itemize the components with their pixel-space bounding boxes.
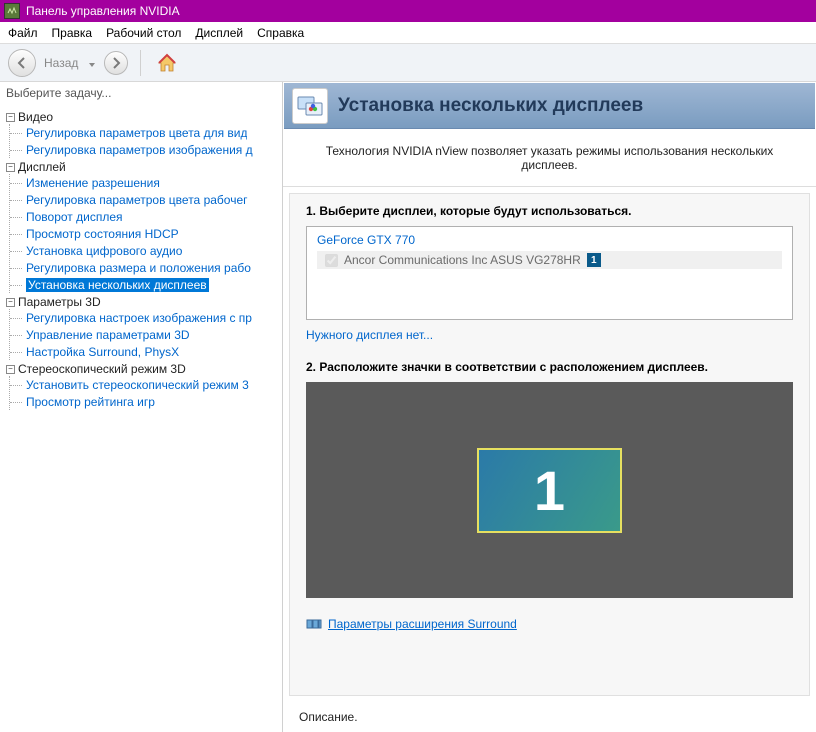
menubar: Файл Правка Рабочий стол Дисплей Справка [0,22,816,44]
step1-label: 1. Выберите дисплеи, которые будут испол… [306,204,793,218]
tree-item[interactable]: Управление параметрами 3D [10,326,282,343]
tree-toggle[interactable]: −Стереоскопический режим 3D [6,362,186,376]
surround-settings-link[interactable]: Параметры расширения Surround [328,617,517,631]
surround-icon [306,616,322,632]
titlebar: Панель управления NVIDIA [0,0,816,22]
page-title: Установка нескольких дисплеев [338,95,643,117]
tree-item-selected[interactable]: Установка нескольких дисплеев [10,276,282,293]
tree-category-stereo: −Стереоскопический режим 3D Установить с… [6,360,282,410]
tree-item[interactable]: Регулировка настроек изображения с пр [10,309,282,326]
tree-item[interactable]: Установка цифрового аудио [10,242,282,259]
task-tree-header: Выберите задачу... [0,82,282,104]
step2-label: 2. Расположите значки в соответствии с р… [306,360,793,374]
page-header: Установка нескольких дисплеев [284,83,815,129]
tree-item[interactable]: Поворот дисплея [10,208,282,225]
content-area: Выберите задачу... −Видео Регулировка па… [0,82,816,732]
tree-toggle[interactable]: −Видео [6,110,53,124]
window-title: Панель управления NVIDIA [26,4,180,18]
page-description: Технология NVIDIA nView позволяет указат… [283,130,816,187]
display-badge: 1 [587,253,601,267]
menu-help[interactable]: Справка [257,26,304,40]
missing-display-link[interactable]: Нужного дисплея нет... [306,328,433,342]
display-name: Ancor Communications Inc ASUS VG278HR [344,253,581,267]
display-row[interactable]: Ancor Communications Inc ASUS VG278HR 1 [317,251,782,269]
toolbar: Назад [0,44,816,82]
tree-category-display: −Дисплей Изменение разрешения Регулировк… [6,158,282,293]
task-tree-panel: Выберите задачу... −Видео Регулировка па… [0,82,283,732]
tree-toggle[interactable]: −Дисплей [6,160,66,174]
display-arrange-area[interactable]: 1 [306,382,793,598]
tree-item[interactable]: Регулировка размера и положения рабо [10,259,282,276]
toolbar-separator [140,50,141,76]
display-checkbox [325,254,338,267]
menu-display[interactable]: Дисплей [195,26,243,40]
nvidia-app-icon [4,3,20,19]
gpu-name: GeForce GTX 770 [317,233,782,247]
page-body: 1. Выберите дисплеи, которые будут испол… [289,193,810,696]
task-tree: −Видео Регулировка параметров цвета для … [0,104,282,732]
tree-category-video: −Видео Регулировка параметров цвета для … [6,108,282,158]
back-dropdown-icon[interactable] [88,58,98,68]
menu-edit[interactable]: Правка [52,26,93,40]
monitor-icon-1[interactable]: 1 [477,448,622,533]
home-button[interactable] [153,49,181,77]
description-bar: Описание. [283,702,816,732]
tree-item[interactable]: Изменение разрешения [10,174,282,191]
back-label: Назад [44,56,78,70]
menu-desktop[interactable]: Рабочий стол [106,26,181,40]
page-icon [292,88,328,124]
tree-category-3d: −Параметры 3D Регулировка настроек изобр… [6,293,282,360]
tree-item[interactable]: Настройка Surround, PhysX [10,343,282,360]
tree-item[interactable]: Регулировка параметров цвета для вид [10,124,282,141]
display-select-box: GeForce GTX 770 Ancor Communications Inc… [306,226,793,320]
monitor-number: 1 [534,458,565,523]
tree-toggle[interactable]: −Параметры 3D [6,295,101,309]
forward-button[interactable] [104,51,128,75]
tree-item[interactable]: Просмотр состояния HDCP [10,225,282,242]
tree-item[interactable]: Просмотр рейтинга игр [10,393,282,410]
tree-item[interactable]: Регулировка параметров изображения д [10,141,282,158]
tree-item[interactable]: Установить стереоскопический режим 3 [10,376,282,393]
back-button[interactable] [8,49,36,77]
surround-row: Параметры расширения Surround [306,616,793,632]
tree-item[interactable]: Регулировка параметров цвета рабочег [10,191,282,208]
menu-file[interactable]: Файл [8,26,38,40]
main-panel: Установка нескольких дисплеев Технология… [283,82,816,732]
